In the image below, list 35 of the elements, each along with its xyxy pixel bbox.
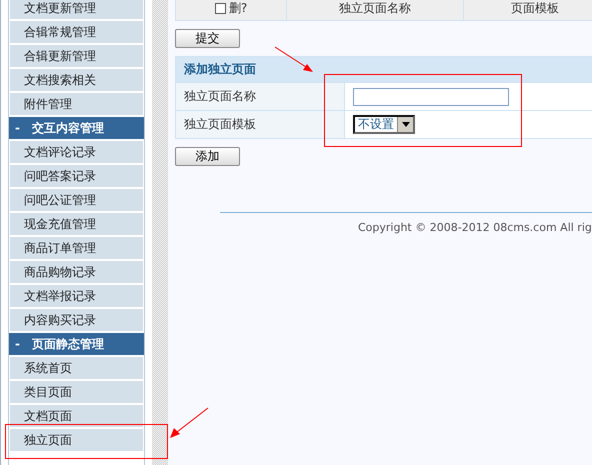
sidebar-item[interactable]: 文档举报记录 <box>10 285 143 307</box>
submit-button[interactable]: 提交 <box>175 29 240 48</box>
dropdown-caret-icon <box>402 122 410 127</box>
annotation-arrow <box>274 46 313 72</box>
sidebar-splitter[interactable] <box>152 0 168 465</box>
field-label: 独立页面名称 <box>176 83 345 110</box>
sidebar-item[interactable]: 系统首页 <box>10 357 143 379</box>
template-dropdown[interactable]: 不设置 <box>353 115 415 134</box>
table-header-cell: 独立页面名称 <box>287 0 464 20</box>
sidebar-item[interactable]: 合辑更新管理 <box>10 45 143 67</box>
sidebar-item[interactable]: 合辑常规管理 <box>10 21 143 43</box>
sidebar-section-header[interactable]: - 页面静态管理 <box>9 333 144 355</box>
sidebar-item[interactable]: 问吧答案记录 <box>10 165 143 187</box>
annotation-arrow <box>170 408 208 438</box>
sidebar-item[interactable]: 商品订单管理 <box>10 237 143 259</box>
field-label: 独立页面模板 <box>176 111 345 138</box>
checkbox-label: 删? <box>228 0 248 17</box>
copyright-text: Copyright © 2008-2012 08cms.com All rig <box>358 221 592 234</box>
sidebar-item[interactable]: 内容购买记录 <box>10 309 143 331</box>
sidebar-item[interactable]: 文档页面 <box>10 405 143 427</box>
form-title: 添加独立页面 <box>176 57 592 82</box>
sidebar-section-header[interactable]: - 交互内容管理 <box>9 117 144 139</box>
sidebar-item[interactable]: 独立页面 <box>10 429 143 451</box>
sidebar-item[interactable]: 文档评论记录 <box>10 141 143 163</box>
add-button[interactable]: 添加 <box>175 147 240 166</box>
checkbox[interactable] <box>214 2 226 14</box>
sidebar-item[interactable]: 问吧公证管理 <box>10 189 143 211</box>
sidebar-item[interactable]: 商品购物记录 <box>10 261 143 283</box>
name-input-field[interactable] <box>353 88 509 106</box>
sidebar-item[interactable]: 类目页面 <box>10 381 143 403</box>
sidebar-item[interactable]: 附件管理 <box>10 93 143 115</box>
table-header-cell-text: 页面模板 <box>510 0 560 17</box>
sidebar-item[interactable]: 文档更新管理 <box>10 0 143 19</box>
sidebar-item[interactable]: 文档搜索相关 <box>10 69 143 91</box>
sidebar-item[interactable]: 现金充值管理 <box>10 213 143 235</box>
